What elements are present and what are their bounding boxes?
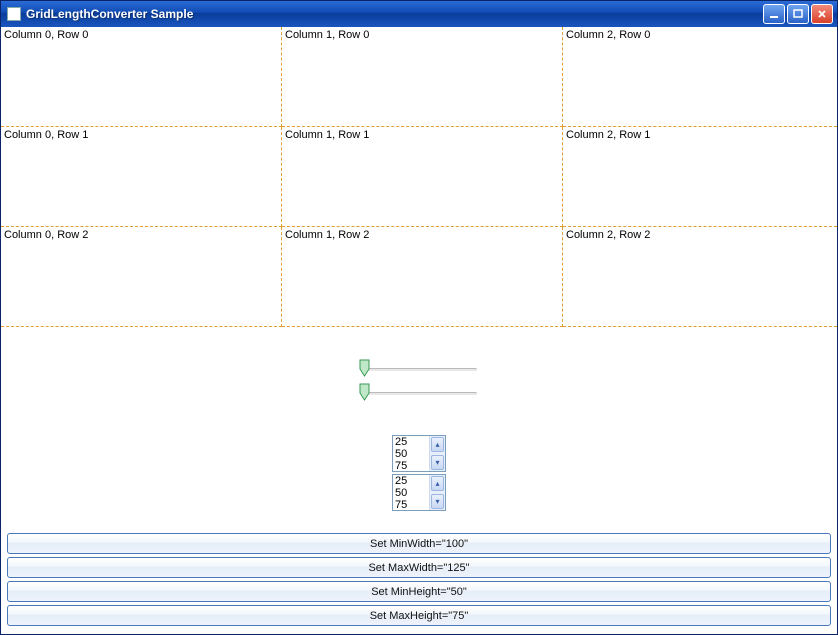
- listbox-items: 25 50 75 100: [393, 475, 429, 510]
- grid-cell: Column 1, Row 0: [282, 27, 563, 127]
- cell-label: Column 1, Row 0: [285, 29, 369, 41]
- cell-label: Column 0, Row 2: [4, 229, 88, 241]
- titlebar[interactable]: GridLengthConverter Sample: [1, 1, 837, 27]
- height-listbox[interactable]: 25 50 75 100 ▴ ▾: [392, 474, 446, 511]
- scroll-down-icon[interactable]: ▾: [431, 455, 444, 470]
- set-minwidth-button[interactable]: Set MinWidth="100": [7, 533, 831, 554]
- maximize-button[interactable]: [787, 4, 809, 24]
- grid-cell: Column 0, Row 2: [1, 227, 282, 327]
- grid-cell: Column 2, Row 1: [563, 127, 837, 227]
- client-area: Column 0, Row 0 Column 1, Row 0 Column 2…: [1, 27, 837, 634]
- slider-width[interactable]: [359, 359, 479, 379]
- cell-label: Column 2, Row 0: [566, 29, 650, 41]
- cell-label: Column 1, Row 1: [285, 129, 369, 141]
- slider-track: [367, 368, 477, 371]
- scroll-up-icon[interactable]: ▴: [431, 476, 444, 491]
- window: GridLengthConverter Sample Column 0, Row…: [0, 0, 838, 635]
- grid-cell: Column 0, Row 1: [1, 127, 282, 227]
- slider-track: [367, 392, 477, 395]
- list-item[interactable]: 25: [395, 436, 427, 448]
- scrollbar[interactable]: ▴ ▾: [429, 436, 445, 471]
- list-item[interactable]: 75: [395, 499, 427, 510]
- cell-label: Column 0, Row 0: [4, 29, 88, 41]
- scrollbar[interactable]: ▴ ▾: [429, 475, 445, 510]
- cell-label: Column 1, Row 2: [285, 229, 369, 241]
- cell-label: Column 2, Row 1: [566, 129, 650, 141]
- set-maxheight-button[interactable]: Set MaxHeight="75": [7, 605, 831, 626]
- listbox-pair: 25 50 75 100 ▴ ▾ 25 50 75 100: [392, 435, 446, 511]
- grid-cell: Column 2, Row 2: [563, 227, 837, 327]
- grid-area: Column 0, Row 0 Column 1, Row 0 Column 2…: [1, 27, 837, 327]
- set-maxwidth-button[interactable]: Set MaxWidth="125": [7, 557, 831, 578]
- app-icon: [7, 7, 21, 21]
- minimize-button[interactable]: [763, 4, 785, 24]
- list-item[interactable]: 50: [395, 487, 427, 499]
- slider-thumb[interactable]: [359, 383, 370, 401]
- scroll-down-icon[interactable]: ▾: [431, 494, 444, 509]
- set-minheight-button[interactable]: Set MinHeight="50": [7, 581, 831, 602]
- window-title: GridLengthConverter Sample: [26, 7, 763, 21]
- listbox-items: 25 50 75 100: [393, 436, 429, 471]
- grid-cell: Column 1, Row 1: [282, 127, 563, 227]
- button-stack: Set MinWidth="100" Set MaxWidth="125" Se…: [1, 529, 837, 634]
- window-buttons: [763, 4, 833, 24]
- width-listbox[interactable]: 25 50 75 100 ▴ ▾: [392, 435, 446, 472]
- cell-label: Column 0, Row 1: [4, 129, 88, 141]
- grid-cell: Column 1, Row 2: [282, 227, 563, 327]
- close-button[interactable]: [811, 4, 833, 24]
- scroll-up-icon[interactable]: ▴: [431, 437, 444, 452]
- list-item[interactable]: 75: [395, 460, 427, 471]
- list-item[interactable]: 50: [395, 448, 427, 460]
- slider-height[interactable]: [359, 383, 479, 403]
- cell-label: Column 2, Row 2: [566, 229, 650, 241]
- grid-cell: Column 2, Row 0: [563, 27, 837, 127]
- grid-cell: Column 0, Row 0: [1, 27, 282, 127]
- slider-thumb[interactable]: [359, 359, 370, 377]
- list-item[interactable]: 25: [395, 475, 427, 487]
- controls-area: 25 50 75 100 ▴ ▾ 25 50 75 100: [1, 327, 837, 529]
